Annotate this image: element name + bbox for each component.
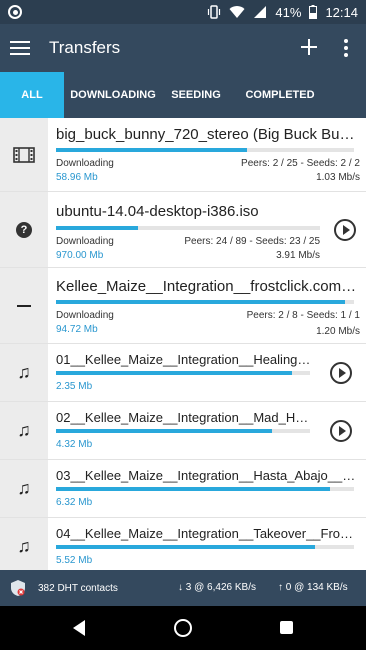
progress-bar [56,148,354,152]
transfer-icon-column [0,268,48,343]
transfer-name: ubuntu-14.04-desktop-i386.iso [56,203,259,220]
shield-vpn-off-icon[interactable] [10,579,26,597]
transfer-size: 58.96 Mb [56,172,98,183]
progress-bar [56,371,310,375]
play-button[interactable] [334,219,356,241]
file-row[interactable]: ♫ 03__Kellee_Maize__Integration__Hasta_A… [0,460,366,518]
file-size: 2.35 Mb [56,381,93,392]
unknown-file-icon: ? [16,221,32,238]
transfer-name: Kellee_Maize__Integration__frostclick.co… [56,278,357,295]
home-icon[interactable] [174,619,192,637]
upload-rate: 0 @ 134 KB/s [285,582,348,593]
tab-all[interactable]: ALL [0,72,64,118]
file-row[interactable]: ♫ 04__Kellee_Maize__Integration__Takeove… [0,518,366,570]
progress-bar [56,300,354,304]
file-icon-column: ♫ [0,460,48,517]
notification-icon [8,5,22,19]
file-row[interactable]: ♫ 01__Kellee_Maize__Integration__Healing… [0,344,366,402]
music-note-icon: ♫ [17,536,31,556]
wifi-icon [229,5,245,19]
upload-stats: ↑ 0 @ 134 KB/s [278,582,348,593]
transfer-row[interactable]: Kellee_Maize__Integration__frostclick.co… [0,268,366,344]
download-rate: 3 @ 6,426 KB/s [185,582,256,593]
app-bar: Transfers [0,24,366,72]
status-bar: 41% 12:14 [0,0,366,24]
overflow-menu-icon[interactable] [344,39,348,57]
file-icon-column: ♫ [0,402,48,459]
progress-fill [56,148,247,152]
video-icon [13,146,35,163]
status-info-bar: 382 DHT contacts ↓ 3 @ 6,426 KB/s ↑ 0 @ … [0,570,366,606]
transfer-size: 94.72 Mb [56,324,98,335]
battery-percent: 41% [275,4,302,20]
progress-fill [56,300,346,304]
transfer-name: big_buck_bunny_720_stereo (Big Buck Bu… [56,126,355,143]
transfer-speed: 1.03 Mb/s [316,172,360,183]
file-icon-column: ♫ [0,344,48,401]
file-name: 02__Kellee_Maize__Integration__Mad_H… [56,410,309,425]
music-note-icon: ♫ [17,478,31,498]
download-stats: ↓ 3 @ 6,426 KB/s [178,582,256,593]
clock: 12:14 [325,4,358,20]
progress-fill [56,545,316,549]
tab-bar: ALL DOWNLOADING SEEDING COMPLETED [0,72,366,118]
file-size: 4.32 Mb [56,439,93,450]
page-title: Transfers [49,38,121,57]
transfer-row[interactable]: ? ubuntu-14.04-desktop-i386.iso Download… [0,192,366,268]
transfer-icon-column: ? [0,192,48,267]
transfer-icon-column [0,118,48,191]
transfer-status: Downloading [56,310,114,321]
transfer-status: Downloading [56,236,114,247]
recent-apps-icon[interactable] [280,621,293,634]
transfer-speed: 3.91 Mb/s [276,250,320,261]
file-size: 6.32 Mb [56,497,93,508]
file-name: 01__Kellee_Maize__Integration__Healing… [56,352,311,367]
collapse-icon[interactable] [17,304,31,307]
progress-bar [56,487,354,491]
progress-bar [56,226,320,230]
dht-contacts: 382 DHT contacts [38,582,118,594]
progress-fill [56,429,272,433]
transfer-peers: Peers: 2 / 25 - Seeds: 2 / 2 [241,158,360,169]
back-icon[interactable] [73,620,85,636]
tab-downloading[interactable]: DOWNLOADING [64,72,162,118]
play-button[interactable] [330,362,352,384]
progress-fill [56,371,293,375]
battery-icon [309,5,318,19]
file-icon-column: ♫ [0,518,48,570]
signal-icon [253,5,267,19]
progress-fill [56,226,138,230]
file-row[interactable]: ♫ 02__Kellee_Maize__Integration__Mad_H… … [0,402,366,460]
file-name: 04__Kellee_Maize__Integration__Takeover_… [56,526,354,541]
music-note-icon: ♫ [17,420,31,440]
tab-completed[interactable]: COMPLETED [230,72,330,118]
transfer-list: big_buck_bunny_720_stereo (Big Buck Bu… … [0,118,366,570]
arrow-down-icon: ↓ [178,582,183,593]
music-note-icon: ♫ [17,362,31,382]
transfer-status: Downloading [56,158,114,169]
transfer-peers: Peers: 2 / 8 - Seeds: 1 / 1 [246,310,360,321]
hamburger-menu-icon[interactable] [10,41,30,55]
file-name: 03__Kellee_Maize__Integration__Hasta_Aba… [56,468,356,483]
add-icon[interactable] [298,36,320,58]
progress-bar [56,545,354,549]
vibrate-icon [207,5,221,19]
transfer-size: 970.00 Mb [56,250,104,261]
transfer-peers: Peers: 24 / 89 - Seeds: 23 / 25 [184,236,320,247]
file-size: 5.52 Mb [56,555,93,566]
navigation-bar [0,606,366,650]
progress-fill [56,487,331,491]
progress-bar [56,429,310,433]
transfer-row[interactable]: big_buck_bunny_720_stereo (Big Buck Bu… … [0,118,366,192]
arrow-up-icon: ↑ [278,582,283,593]
transfer-speed: 1.20 Mb/s [316,326,360,337]
play-button[interactable] [330,420,352,442]
tab-seeding[interactable]: SEEDING [162,72,230,118]
